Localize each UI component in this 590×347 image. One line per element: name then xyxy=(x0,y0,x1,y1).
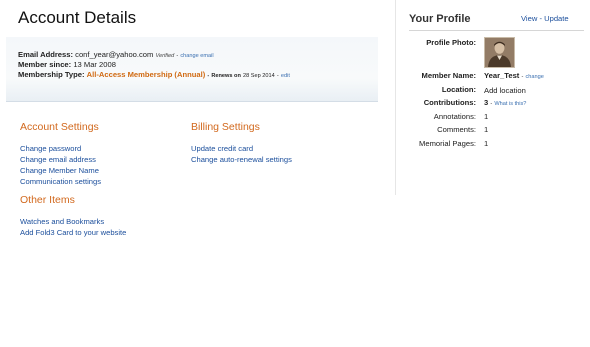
change-auto-renewal-link[interactable]: Change auto-renewal settings xyxy=(191,155,292,164)
account-info-box: Email Address: conf_year@yahoo.com Verif… xyxy=(6,37,378,102)
billing-settings-title: Billing Settings xyxy=(191,121,260,133)
membership-label: Membership Type: xyxy=(18,70,85,79)
communication-settings-link[interactable]: Communication settings xyxy=(20,177,101,186)
email-value: conf_year@yahoo.com xyxy=(75,50,154,59)
annotations-value: 1 xyxy=(484,112,489,121)
member-name-value: Year_Test xyxy=(484,71,520,80)
what-is-this-link[interactable]: What is this? xyxy=(494,101,526,107)
view-profile-link[interactable]: View xyxy=(521,14,537,23)
change-email-link[interactable]: change email xyxy=(180,53,213,59)
list-item: Change auto-renewal settings xyxy=(191,152,292,164)
email-row: Email Address: conf_year@yahoo.com Verif… xyxy=(18,50,214,59)
portrait-image-icon xyxy=(485,38,514,67)
account-panel: Account Details Email Address: conf_year… xyxy=(0,0,378,347)
memorial-pages-value: 1 xyxy=(484,139,489,148)
edit-membership-link[interactable]: edit xyxy=(281,73,290,79)
membership-value: All-Access Membership (Annual) xyxy=(86,70,206,79)
renews-date: 28 Sep 2014 xyxy=(243,73,275,79)
contributions-value: 3 xyxy=(484,98,489,107)
list-item: Watches and Bookmarks xyxy=(20,214,126,226)
other-items-list: Watches and Bookmarks Add Fold3 Card to … xyxy=(20,214,126,237)
account-settings-title: Account Settings xyxy=(20,121,99,133)
annotations-label: Annotations: xyxy=(433,112,476,121)
profile-photo-label: Profile Photo: xyxy=(426,38,476,47)
comments-value: 1 xyxy=(484,125,489,134)
change-member-name-small-link[interactable]: change xyxy=(525,74,543,80)
list-item: Update credit card xyxy=(191,141,292,153)
add-location-link[interactable]: Add location xyxy=(484,86,526,95)
dash-separator: - xyxy=(521,74,524,80)
billing-settings-list: Update credit card Change auto-renewal s… xyxy=(191,141,292,164)
profile-title: Your Profile xyxy=(409,13,471,25)
profile-photo[interactable] xyxy=(484,37,515,68)
other-items-title: Other Items xyxy=(20,194,75,206)
verified-label: Verified xyxy=(155,53,175,59)
list-item: Communication settings xyxy=(20,174,101,186)
list-item: Change password xyxy=(20,141,101,153)
dash-separator: - xyxy=(490,101,493,107)
list-item: Change Member Name xyxy=(20,163,101,175)
update-profile-link[interactable]: Update xyxy=(544,14,569,23)
memorial-pages-label: Memorial Pages: xyxy=(419,139,476,148)
contributions-label: Contributions: xyxy=(423,98,476,107)
dash-separator: - xyxy=(276,73,279,79)
profile-divider xyxy=(409,30,584,31)
dash-separator: - xyxy=(176,53,179,59)
member-since-value: 13 Mar 2008 xyxy=(73,60,116,69)
location-label: Location: xyxy=(441,85,476,94)
page-title: Account Details xyxy=(18,8,137,27)
comments-label: Comments: xyxy=(437,125,476,134)
renews-separator: - xyxy=(207,73,210,79)
list-item: Add Fold3 Card to your website xyxy=(20,225,126,237)
renews-label: Renews on xyxy=(211,73,241,79)
member-name-row: Year_Test - change xyxy=(484,71,544,80)
contributions-row: 3 - What is this? xyxy=(484,98,526,107)
email-label: Email Address: xyxy=(18,50,74,59)
account-settings-list: Change password Change email address Cha… xyxy=(20,141,101,186)
member-name-label: Member Name: xyxy=(421,71,476,80)
profile-links-separator: - xyxy=(539,14,542,23)
profile-panel: Your Profile View - Update Profile Photo… xyxy=(395,0,590,195)
member-since-label: Member since: xyxy=(18,60,72,69)
profile-links: View - Update xyxy=(521,14,569,23)
add-fold3-card-link[interactable]: Add Fold3 Card to your website xyxy=(20,228,126,237)
list-item: Change email address xyxy=(20,152,101,164)
member-since-row: Member since: 13 Mar 2008 xyxy=(18,60,116,69)
membership-row: Membership Type: All-Access Membership (… xyxy=(18,70,290,79)
